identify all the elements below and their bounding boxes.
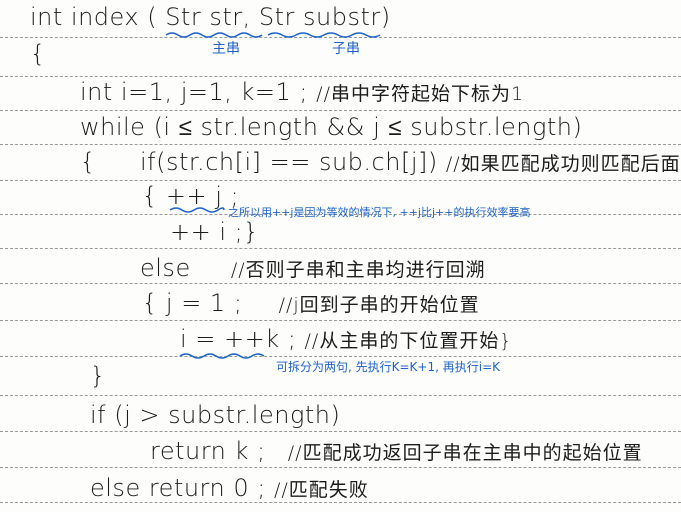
else-return-line: else return 0 ; //匹配失败 bbox=[90, 474, 369, 504]
ruled-line bbox=[0, 320, 681, 321]
if-match-comment: //如果匹配成功则匹配后面 bbox=[445, 153, 681, 175]
open-brace: { bbox=[30, 40, 46, 68]
if-match-line: if(str.ch[i] == sub.ch[j]) //如果匹配成功则匹配后面 bbox=[140, 148, 681, 178]
ruled-line bbox=[0, 110, 681, 111]
if-length-check: if (j > substr.length) bbox=[90, 401, 341, 429]
function-signature: int index ( Str str, Str substr) bbox=[30, 3, 391, 31]
increment-i: ++ i ;} bbox=[170, 218, 259, 246]
return-k: return k ; bbox=[150, 437, 266, 465]
var-declaration-comment: //串中字符起始下标为1 bbox=[316, 83, 525, 105]
split-note: 可拆分为两句, 先执行K=K+1, 再执行i=K bbox=[276, 360, 500, 374]
var-declaration: int i=1, j=1, k=1 ; bbox=[80, 78, 309, 106]
reset-j-comment: //j回到子串的开始位置 bbox=[278, 294, 480, 316]
main-string-underline bbox=[165, 32, 263, 38]
reset-j: { j = 1 ; bbox=[142, 289, 243, 317]
if-match-condition: if(str.ch[i] == sub.ch[j]) bbox=[140, 148, 438, 176]
else-line: else //否则子串和主串均进行回溯 bbox=[140, 254, 486, 284]
else-return-comment: //匹配失败 bbox=[273, 479, 369, 501]
ruled-line bbox=[0, 144, 681, 145]
reset-i: i = ++k ; bbox=[180, 325, 297, 353]
sub-string-label: 子串 bbox=[332, 41, 360, 57]
var-declaration-line: int i=1, j=1, k=1 ; //串中字符起始下标为1 bbox=[80, 78, 524, 108]
main-string-label: 主串 bbox=[212, 41, 240, 57]
ruled-line bbox=[0, 395, 681, 396]
reset-i-underline bbox=[179, 353, 265, 359]
return-k-comment: //匹配成功返回子串在主串中的起始位置 bbox=[287, 442, 643, 464]
increment-note: 之所以用++j是因为等效的情况下, ++j比j++的执行效率要高 bbox=[228, 206, 531, 219]
else-return: else return 0 ; bbox=[90, 474, 266, 502]
else-comment: //否则子串和主串均进行回溯 bbox=[230, 259, 486, 281]
ruled-line bbox=[0, 467, 681, 468]
else-keyword: else bbox=[140, 254, 191, 282]
reset-i-comment: //从主串的下位置开始} bbox=[304, 330, 513, 352]
reset-j-line: { j = 1 ; //j回到子串的开始位置 bbox=[142, 289, 480, 319]
increment-j-underline bbox=[169, 207, 225, 213]
ruled-line bbox=[0, 248, 681, 249]
ruled-line bbox=[0, 356, 681, 357]
ruled-line bbox=[0, 180, 681, 181]
sub-string-underline bbox=[267, 32, 381, 38]
while-loop-header: while (i ≤ str.length && j ≤ substr.leng… bbox=[80, 113, 583, 141]
while-close-brace: } bbox=[90, 362, 106, 390]
ruled-line bbox=[0, 431, 681, 432]
return-k-line: return k ; //匹配成功返回子串在主串中的起始位置 bbox=[150, 437, 643, 467]
ruled-line bbox=[0, 76, 681, 77]
reset-i-line: i = ++k ; //从主串的下位置开始} bbox=[180, 325, 512, 355]
while-open-brace: { bbox=[80, 148, 96, 176]
